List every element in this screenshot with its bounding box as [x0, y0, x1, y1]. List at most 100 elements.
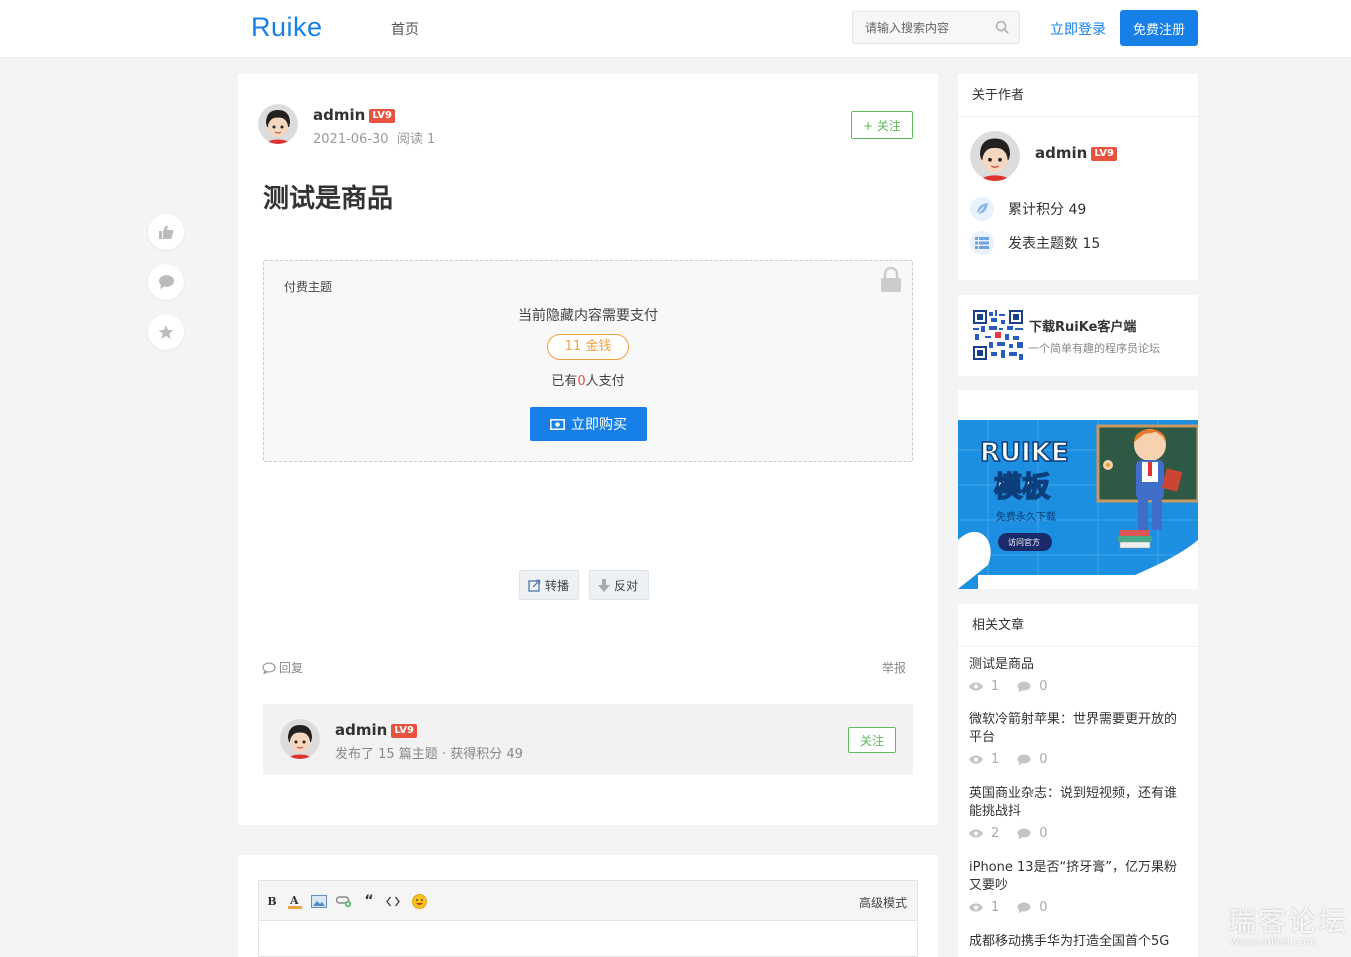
related-article-stats: 1 0 [969, 900, 1187, 915]
image-tool[interactable] [310, 893, 328, 909]
share-button[interactable]: 转播 [519, 570, 579, 600]
author-box-follow-button[interactable]: 关注 [848, 727, 896, 753]
register-button[interactable]: 免费注册 [1120, 10, 1198, 46]
author-box-name-text: admin [335, 721, 388, 739]
avatar[interactable] [970, 131, 1020, 181]
points-stat: 累计积分 49 [970, 197, 1086, 221]
eye-icon [969, 682, 983, 691]
emoji-tool[interactable] [410, 893, 428, 909]
app-download-card[interactable]: 下载RuiKe客户端 一个简单有趣的程序员论坛 [958, 295, 1198, 376]
list-item: 英国商业杂志：说到短视频，还有谁能挑战抖 2 0 [969, 785, 1187, 841]
eye-icon [969, 903, 983, 912]
topics-text: 发表主题数 15 [1008, 236, 1101, 252]
search-box [852, 11, 1020, 44]
about-author-name[interactable]: admin LV9 [1035, 144, 1118, 162]
leaf-icon [970, 197, 994, 221]
post-author-avatar[interactable] [258, 104, 298, 144]
comment-button[interactable] [148, 264, 184, 300]
list-item: 成都移动携手华为打造全国首个5G [969, 933, 1187, 951]
related-article-stats: 1 0 [969, 752, 1187, 767]
view-count: 2 [991, 826, 1000, 841]
post-title: 测试是商品 [263, 184, 394, 214]
follow-button[interactable]: + 关注 [851, 111, 913, 139]
font-color-letter: A [289, 894, 299, 907]
related-article-link[interactable]: 测试是商品 [969, 656, 1187, 674]
buy-button[interactable]: 立即购买 [530, 407, 647, 441]
banner-headline-2: 模板 [994, 470, 1050, 503]
author-name-text: admin [313, 106, 366, 124]
topics-stat: 发表主题数 15 [970, 231, 1100, 255]
post-author-name[interactable]: admin LV9 [313, 106, 396, 124]
top-header: Ruike 首页 立即登录 免费注册 [0, 0, 1351, 58]
comment-icon [1017, 681, 1031, 692]
report-link[interactable]: 举报 [882, 659, 906, 676]
reply-textarea[interactable] [258, 921, 918, 957]
comment-count: 0 [1039, 752, 1048, 767]
font-color-tool[interactable]: A [286, 893, 304, 909]
share-icon [528, 579, 541, 592]
list-icon [970, 231, 994, 255]
level-badge: LV9 [369, 109, 396, 123]
comment-icon [1017, 754, 1031, 765]
like-button[interactable] [148, 214, 184, 250]
comment-icon [1017, 828, 1031, 839]
paid-label: 付费主题 [284, 280, 333, 294]
search-input[interactable] [853, 12, 993, 43]
link-icon [336, 895, 352, 907]
view-count: 1 [991, 679, 1000, 694]
thumbs-up-icon [159, 225, 174, 239]
about-author-title: 关于作者 [958, 74, 1198, 117]
avatar[interactable] [280, 719, 320, 759]
link-tool[interactable] [335, 893, 353, 909]
share-label: 转播 [545, 578, 570, 593]
related-article-stats: 1 0 [969, 679, 1187, 694]
site-watermark: 瑞客论坛 [1228, 905, 1349, 938]
banner-button: 访问官方 [1008, 537, 1040, 547]
search-icon[interactable] [995, 20, 1010, 39]
author-box-desc: 发布了 15 篇主题 · 获得积分 49 [335, 747, 523, 762]
related-article-link[interactable]: 英国商业杂志：说到短视频，还有谁能挑战抖 [969, 785, 1187, 821]
eye-icon [969, 829, 983, 838]
paid-content-box: 付费主题 当前隐藏内容需要支付 11 金钱 已有0人支付 立即购买 [263, 260, 913, 462]
related-article-link[interactable]: 成都移动携手华为打造全国首个5G [969, 933, 1187, 951]
related-article-stats: 2 0 [969, 826, 1187, 841]
app-title: 下载RuiKe客户端 [1029, 320, 1137, 335]
nav-home[interactable]: 首页 [391, 19, 419, 39]
promo-banner-image: RUIKE 模板 免费永久下载 访问官方 [958, 390, 1198, 589]
author-info-box: admin LV9 发布了 15 篇主题 · 获得积分 49 关注 [263, 704, 913, 775]
comment-count: 0 [1039, 826, 1048, 841]
qr-code-icon [973, 310, 1023, 360]
side-action-bar [148, 214, 184, 364]
paid-hint: 当前隐藏内容需要支付 [518, 308, 658, 324]
reply-label: 回复 [279, 661, 304, 675]
advanced-mode-link[interactable]: 高级模式 [859, 894, 907, 911]
favorite-button[interactable] [148, 314, 184, 350]
list-item: 微软冷箭射苹果：世界需要更开放的平台 1 0 [969, 711, 1187, 767]
app-subtitle: 一个简单有趣的程序员论坛 [1028, 342, 1160, 355]
quote-tool[interactable]: “ [360, 893, 378, 909]
read-count: 阅读 1 [396, 132, 436, 147]
bold-tool[interactable]: B [263, 893, 281, 909]
lock-icon [880, 266, 902, 297]
oppose-label: 反对 [614, 578, 639, 593]
editor-toolbar: B A “ 高级模式 [258, 880, 918, 921]
oppose-button[interactable]: 反对 [589, 570, 649, 600]
paid-count-number: 0 [577, 374, 586, 389]
promo-banner[interactable]: RUIKE 模板 免费永久下载 访问官方 [958, 390, 1198, 589]
paid-count-suffix: 人支付 [585, 374, 625, 389]
reply-link[interactable]: 回复 [262, 659, 303, 676]
about-author-name-text: admin [1035, 144, 1088, 162]
code-tool[interactable] [384, 893, 402, 909]
price-tag: 11 金钱 [547, 334, 629, 360]
avatar [258, 104, 298, 144]
related-article-link[interactable]: iPhone 13是否“挤牙膏”，亿万果粉又要吵 [969, 859, 1187, 895]
list-item: iPhone 13是否“挤牙膏”，亿万果粉又要吵 1 0 [969, 859, 1187, 915]
related-articles-title: 相关文章 [958, 604, 1198, 647]
login-link[interactable]: 立即登录 [1050, 19, 1106, 39]
related-article-link[interactable]: 微软冷箭射苹果：世界需要更开放的平台 [969, 711, 1187, 747]
site-logo[interactable]: Ruike [251, 12, 323, 43]
author-box-name[interactable]: admin LV9 [335, 721, 418, 739]
reply-editor-card: B A “ 高级模式 [238, 855, 938, 957]
post-meta: 2021-06-30 阅读 1 [313, 128, 435, 147]
paid-count-prefix: 已有 [551, 374, 578, 389]
